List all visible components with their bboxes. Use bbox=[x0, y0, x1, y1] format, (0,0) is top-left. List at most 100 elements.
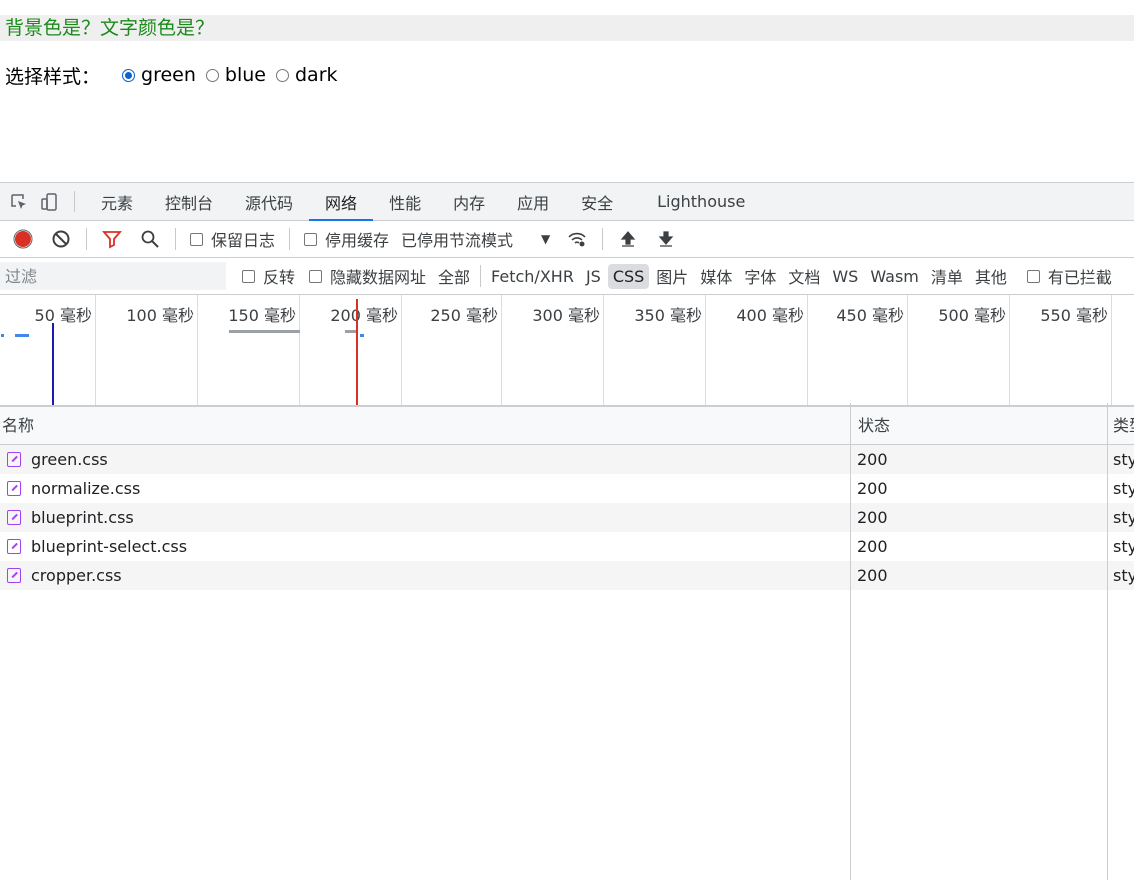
search-button[interactable] bbox=[131, 225, 169, 253]
radio-green[interactable] bbox=[122, 68, 136, 82]
timeline-request-bar bbox=[229, 330, 300, 333]
timeline-tick: 450 毫秒 bbox=[808, 295, 908, 405]
filter-type-manifest[interactable]: 清单 bbox=[926, 261, 968, 291]
devtools-panel: 元素 控制台 源代码 网络 性能 内存 应用 安全 Lighthouse 保留日… bbox=[0, 182, 1134, 863]
filter-type-js[interactable]: JS bbox=[581, 264, 606, 289]
timeline-request-bar bbox=[1, 334, 4, 337]
filter-type-all[interactable]: 全部 bbox=[433, 261, 475, 291]
preserve-log-checkbox[interactable]: 保留日志 bbox=[190, 227, 275, 251]
blocked-requests-checkbox[interactable]: 有已拦截 bbox=[1026, 264, 1112, 288]
filter-type-fetch-xhr[interactable]: Fetch/XHR bbox=[486, 264, 579, 289]
request-status: 200 bbox=[857, 450, 888, 469]
column-divider[interactable] bbox=[1107, 403, 1108, 880]
tab-memory[interactable]: 内存 bbox=[437, 183, 501, 220]
filter-type-font[interactable]: 字体 bbox=[739, 261, 781, 291]
throttling-label: 已停用节流模式 bbox=[401, 231, 514, 250]
toolbar-divider bbox=[602, 228, 604, 250]
checkbox-box[interactable] bbox=[1026, 269, 1040, 283]
filter-type-media[interactable]: 媒体 bbox=[695, 261, 737, 291]
network-toolbar: 保留日志 停用缓存 已停用节流模式 ▼ bbox=[0, 221, 1134, 258]
timeline-tick: 550 毫秒 bbox=[1010, 295, 1112, 405]
column-header-name[interactable]: 名称 bbox=[2, 407, 842, 444]
radio-blue[interactable] bbox=[205, 68, 219, 82]
stylesheet-file-icon bbox=[7, 481, 21, 496]
request-name: blueprint.css bbox=[31, 508, 134, 527]
request-name: normalize.css bbox=[31, 479, 141, 498]
timeline-tick: 200 毫秒 bbox=[300, 295, 402, 405]
record-icon bbox=[13, 229, 33, 249]
filter-icon bbox=[102, 231, 122, 249]
filter-type-wasm[interactable]: Wasm bbox=[865, 264, 924, 289]
tab-lighthouse[interactable]: Lighthouse bbox=[641, 183, 761, 220]
request-type: stylesheet bbox=[1113, 479, 1134, 498]
request-type: stylesheet bbox=[1113, 537, 1134, 556]
load-event-line bbox=[356, 299, 358, 405]
tab-console[interactable]: 控制台 bbox=[149, 183, 229, 220]
stylesheet-file-icon bbox=[7, 539, 21, 554]
checkbox-box[interactable] bbox=[190, 232, 203, 246]
preserve-log-label: 保留日志 bbox=[211, 231, 276, 250]
checkbox-box[interactable] bbox=[309, 269, 323, 283]
devtools-tabbar: 元素 控制台 源代码 网络 性能 内存 应用 安全 Lighthouse bbox=[0, 183, 1134, 221]
device-toolbar-icon[interactable] bbox=[34, 183, 64, 220]
timeline-tick: 50 毫秒 bbox=[0, 295, 96, 405]
network-timeline[interactable]: 50 毫秒 100 毫秒 150 毫秒 200 毫秒 250 毫秒 300 毫秒… bbox=[0, 295, 1134, 407]
filter-type-css[interactable]: CSS bbox=[607, 263, 650, 289]
radio-label-dark: dark bbox=[294, 64, 338, 86]
tab-performance[interactable]: 性能 bbox=[373, 183, 437, 220]
style-option-green[interactable]: green bbox=[122, 64, 196, 86]
style-option-dark[interactable]: dark bbox=[275, 64, 338, 86]
timeline-tick: 100 毫秒 bbox=[96, 295, 198, 405]
checkbox-box[interactable] bbox=[242, 269, 255, 283]
table-row[interactable]: cropper.css 200 stylesheet bbox=[0, 561, 1134, 590]
timeline-request-bar bbox=[345, 330, 356, 333]
radio-dark[interactable] bbox=[275, 68, 289, 82]
table-row[interactable]: blueprint-select.css 200 stylesheet bbox=[0, 532, 1134, 561]
disable-cache-checkbox[interactable]: 停用缓存 bbox=[304, 227, 389, 251]
checkbox-box[interactable] bbox=[304, 232, 318, 246]
tab-elements[interactable]: 元素 bbox=[85, 183, 149, 220]
tab-network[interactable]: 网络 bbox=[309, 183, 374, 221]
column-divider[interactable] bbox=[850, 403, 851, 880]
style-option-blue[interactable]: blue bbox=[205, 64, 266, 86]
filter-type-ws[interactable]: WS bbox=[827, 264, 863, 289]
tab-security[interactable]: 安全 bbox=[565, 183, 629, 220]
filter-input[interactable] bbox=[0, 262, 226, 290]
table-row[interactable]: normalize.css 200 stylesheet bbox=[0, 474, 1134, 503]
network-conditions-button[interactable] bbox=[558, 225, 596, 253]
table-row[interactable]: blueprint.css 200 stylesheet bbox=[0, 503, 1134, 532]
request-status: 200 bbox=[857, 479, 888, 498]
filter-type-img[interactable]: 图片 bbox=[651, 261, 693, 291]
stylesheet-file-icon bbox=[7, 452, 21, 467]
column-header-status[interactable]: 状态 bbox=[858, 407, 1098, 444]
requests-table-header: 名称 状态 类型 bbox=[0, 407, 1134, 445]
filter-button[interactable] bbox=[93, 225, 131, 253]
inspect-element-icon[interactable] bbox=[4, 183, 34, 220]
export-har-button[interactable] bbox=[647, 225, 685, 253]
tab-application[interactable]: 应用 bbox=[501, 183, 565, 220]
column-header-type[interactable]: 类型 bbox=[1113, 407, 1134, 444]
throttling-select[interactable]: 已停用节流模式 ▼ bbox=[401, 227, 550, 251]
page-title: 背景色是？文字颜色是？ bbox=[0, 15, 1134, 41]
timeline-request-bar bbox=[15, 334, 29, 337]
request-name: green.css bbox=[31, 450, 108, 469]
page-area: 背景色是？文字颜色是？ 选择样式： green blue dark bbox=[0, 0, 1134, 182]
request-status: 200 bbox=[857, 508, 888, 527]
filter-divider bbox=[480, 265, 482, 287]
request-name: blueprint-select.css bbox=[31, 537, 188, 556]
request-status: 200 bbox=[857, 537, 888, 556]
invert-checkbox[interactable]: 反转 bbox=[242, 264, 295, 288]
tab-sources[interactable]: 源代码 bbox=[229, 183, 309, 220]
invert-label: 反转 bbox=[263, 268, 296, 287]
request-status: 200 bbox=[857, 566, 888, 585]
import-har-button[interactable] bbox=[609, 225, 647, 253]
hide-data-urls-checkbox[interactable]: 隐藏数据网址 bbox=[309, 264, 426, 288]
dom-content-loaded-line bbox=[52, 323, 54, 405]
timeline-request-bar bbox=[360, 334, 364, 337]
clear-button[interactable] bbox=[42, 225, 80, 253]
filter-type-other[interactable]: 其他 bbox=[970, 261, 1012, 291]
filter-type-doc[interactable]: 文档 bbox=[783, 261, 825, 291]
style-label: 选择样式： bbox=[5, 65, 101, 88]
table-row[interactable]: green.css 200 stylesheet bbox=[0, 445, 1134, 474]
record-button[interactable] bbox=[4, 225, 42, 253]
